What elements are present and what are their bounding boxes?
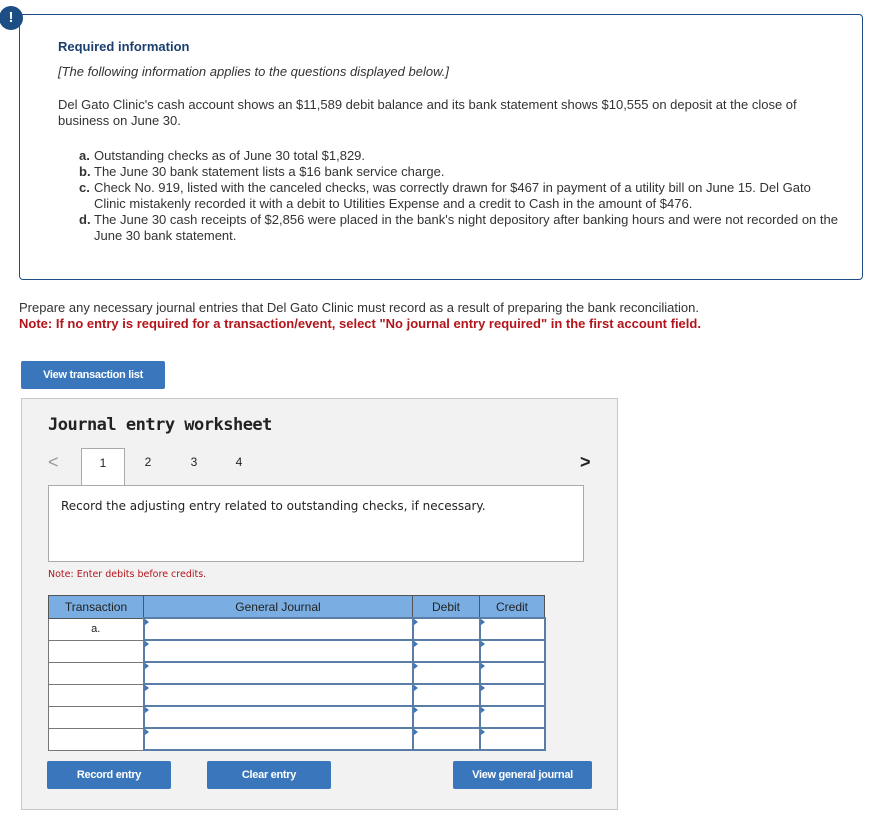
info-subtitle: [The following information applies to th… xyxy=(58,64,449,79)
table-row xyxy=(48,727,546,751)
account-field[interactable] xyxy=(142,639,414,663)
info-item: d. The June 30 cash receipts of $2,856 we… xyxy=(79,212,839,244)
info-item-label: d. xyxy=(79,212,91,227)
credit-field[interactable] xyxy=(478,639,546,663)
info-item-text: Outstanding checks as of June 30 total $… xyxy=(94,148,366,163)
header-credit: Credit xyxy=(479,595,545,619)
credit-field[interactable] xyxy=(478,617,546,641)
info-item: b. The June 30 bank statement lists a $16… xyxy=(79,164,839,180)
tab-1[interactable]: 1 xyxy=(81,448,125,485)
credit-field[interactable] xyxy=(478,661,546,685)
record-entry-button[interactable]: Record entry xyxy=(47,761,171,789)
account-field[interactable] xyxy=(142,661,414,685)
transaction-cell xyxy=(48,727,144,751)
table-row: a. xyxy=(48,617,546,641)
info-item: a. Outstanding checks as of June 30 total… xyxy=(79,148,839,164)
journal-table: Transaction General Journal Debit Credit… xyxy=(48,595,546,751)
transaction-cell xyxy=(48,661,144,685)
table-row xyxy=(48,705,546,729)
credit-field[interactable] xyxy=(478,683,546,707)
info-paragraph: Del Gato Clinic's cash account shows an … xyxy=(58,97,797,128)
account-field[interactable] xyxy=(142,683,414,707)
table-row xyxy=(48,661,546,685)
info-item-label: c. xyxy=(79,180,90,195)
header-general-journal: General Journal xyxy=(143,595,413,619)
tab-4[interactable]: 4 xyxy=(219,448,259,484)
journal-entry-worksheet: Journal entry worksheet < 1 2 3 4 > Reco… xyxy=(21,398,618,810)
debit-field[interactable] xyxy=(411,639,481,663)
account-field[interactable] xyxy=(142,617,414,641)
prompt-box: Record the adjusting entry related to ou… xyxy=(48,485,584,562)
info-item-text: Check No. 919, listed with the canceled … xyxy=(94,180,811,211)
header-transaction: Transaction xyxy=(48,595,144,619)
tab-3[interactable]: 3 xyxy=(174,448,214,484)
worksheet-title: Journal entry worksheet xyxy=(48,415,272,435)
transaction-cell xyxy=(48,683,144,707)
info-item-label: a. xyxy=(79,148,90,163)
table-header-row: Transaction General Journal Debit Credit xyxy=(48,595,545,619)
instructions: Prepare any necessary journal entries th… xyxy=(19,300,699,315)
view-general-journal-button[interactable]: View general journal xyxy=(453,761,592,789)
account-field[interactable] xyxy=(142,727,414,751)
info-item-text: The June 30 cash receipts of $2,856 were… xyxy=(94,212,838,243)
debit-field[interactable] xyxy=(411,617,481,641)
debit-field[interactable] xyxy=(411,727,481,751)
info-list: a. Outstanding checks as of June 30 total… xyxy=(79,148,839,244)
info-item-text: The June 30 bank statement lists a $16 b… xyxy=(94,164,445,179)
header-debit: Debit xyxy=(412,595,480,619)
debit-field[interactable] xyxy=(411,683,481,707)
tab-2[interactable]: 2 xyxy=(128,448,168,484)
info-item-label: b. xyxy=(79,164,91,179)
transaction-cell xyxy=(48,639,144,663)
account-field[interactable] xyxy=(142,705,414,729)
no-entry-note: Note: If no entry is required for a tran… xyxy=(19,316,701,331)
transaction-cell xyxy=(48,705,144,729)
credit-field[interactable] xyxy=(478,727,546,751)
chevron-right-icon[interactable]: > xyxy=(580,452,591,473)
info-title: Required information xyxy=(58,39,190,54)
chevron-left-icon[interactable]: < xyxy=(48,452,59,473)
info-item: c. Check No. 919, listed with the cancele… xyxy=(79,180,839,212)
debits-note: Note: Enter debits before credits. xyxy=(48,569,207,580)
clear-entry-button[interactable]: Clear entry xyxy=(207,761,331,789)
debit-field[interactable] xyxy=(411,705,481,729)
transaction-cell: a. xyxy=(48,617,144,641)
table-row xyxy=(48,639,546,663)
view-transaction-list-button[interactable]: View transaction list xyxy=(21,361,165,389)
credit-field[interactable] xyxy=(478,705,546,729)
debit-field[interactable] xyxy=(411,661,481,685)
prompt-text: Record the adjusting entry related to ou… xyxy=(61,499,486,513)
table-row xyxy=(48,683,546,707)
